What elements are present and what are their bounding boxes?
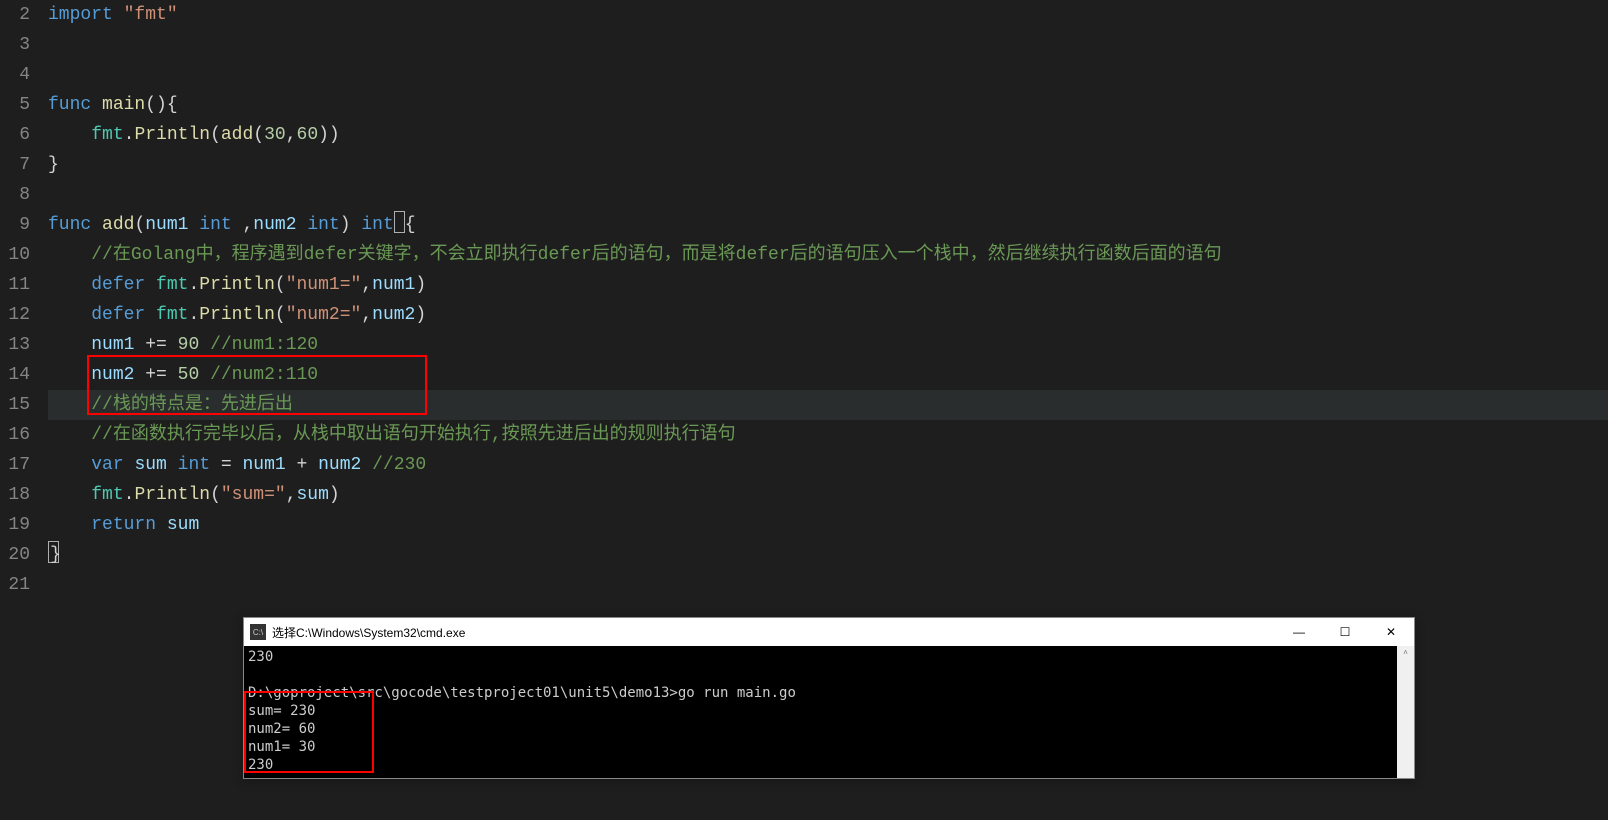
line-number: 12: [0, 300, 30, 330]
code-line[interactable]: fmt.Println("sum=",sum): [48, 480, 1608, 510]
code-line-active[interactable]: //栈的特点是：先进后出: [48, 390, 1608, 420]
line-number: 21: [0, 570, 30, 600]
code-line[interactable]: num2 += 50 //num2:110: [48, 360, 1608, 390]
terminal-line: 230: [248, 649, 273, 665]
minimize-button[interactable]: —: [1276, 618, 1322, 646]
terminal-line: D:\goproject\src\gocode\testproject01\un…: [248, 685, 796, 701]
close-button[interactable]: ✕: [1368, 618, 1414, 646]
terminal-window[interactable]: C:\ 选择C:\Windows\System32\cmd.exe — ☐ ✕ …: [243, 617, 1415, 779]
code-line[interactable]: //在Golang中，程序遇到defer关键字，不会立即执行defer后的语句，…: [48, 240, 1608, 270]
code-line[interactable]: //在函数执行完毕以后，从栈中取出语句开始执行,按照先进后出的规则执行语句: [48, 420, 1608, 450]
maximize-button[interactable]: ☐: [1322, 618, 1368, 646]
line-number: 14: [0, 360, 30, 390]
line-number: 13: [0, 330, 30, 360]
line-number: 2: [0, 0, 30, 30]
code-line[interactable]: defer fmt.Println("num2=",num2): [48, 300, 1608, 330]
code-line[interactable]: fmt.Println(add(30,60)): [48, 120, 1608, 150]
scroll-up-icon[interactable]: ^: [1397, 646, 1414, 663]
code-line[interactable]: func add(num1 int ,num2 int) int{: [48, 210, 1608, 240]
code-line[interactable]: }: [48, 150, 1608, 180]
code-line[interactable]: [48, 570, 1608, 600]
line-number: 9: [0, 210, 30, 240]
cursor-marker: [394, 211, 405, 233]
line-number: 3: [0, 30, 30, 60]
code-line[interactable]: [48, 180, 1608, 210]
terminal-title: 选择C:\Windows\System32\cmd.exe: [272, 624, 1276, 641]
line-number: 15: [0, 390, 30, 420]
code-line[interactable]: }: [48, 540, 1608, 570]
terminal-line: num2= 60: [248, 721, 315, 737]
code-line[interactable]: [48, 60, 1608, 90]
line-number: 7: [0, 150, 30, 180]
line-number: 11: [0, 270, 30, 300]
line-number: 8: [0, 180, 30, 210]
line-number: 20: [0, 540, 30, 570]
code-line[interactable]: [48, 30, 1608, 60]
code-editor[interactable]: 2 3 4 5 6 7 8 9 10 11 12 13 14 15 16 17 …: [0, 0, 1608, 600]
line-number: 16: [0, 420, 30, 450]
line-number: 6: [0, 120, 30, 150]
terminal-line: sum= 230: [248, 703, 315, 719]
code-line[interactable]: var sum int = num1 + num2 //230: [48, 450, 1608, 480]
line-number: 10: [0, 240, 30, 270]
terminal-line: 230: [248, 757, 273, 773]
code-line[interactable]: num1 += 90 //num1:120: [48, 330, 1608, 360]
line-number: 17: [0, 450, 30, 480]
terminal-titlebar[interactable]: C:\ 选择C:\Windows\System32\cmd.exe — ☐ ✕: [244, 618, 1414, 646]
line-number: 19: [0, 510, 30, 540]
line-number: 18: [0, 480, 30, 510]
line-number: 5: [0, 90, 30, 120]
line-number: 4: [0, 60, 30, 90]
terminal-line: num1= 30: [248, 739, 315, 755]
line-gutter: 2 3 4 5 6 7 8 9 10 11 12 13 14 15 16 17 …: [0, 0, 48, 600]
code-line[interactable]: defer fmt.Println("num1=",num1): [48, 270, 1608, 300]
code-line[interactable]: return sum: [48, 510, 1608, 540]
code-line[interactable]: func main(){: [48, 90, 1608, 120]
terminal-output[interactable]: 230 D:\goproject\src\gocode\testproject0…: [244, 646, 1414, 778]
terminal-scrollbar[interactable]: ^: [1397, 646, 1414, 778]
code-line[interactable]: import "fmt": [48, 0, 1608, 30]
bracket-match: }: [48, 541, 59, 563]
window-controls: — ☐ ✕: [1276, 618, 1414, 646]
code-area[interactable]: import "fmt" func main(){ fmt.Println(ad…: [48, 0, 1608, 600]
cmd-icon: C:\: [250, 624, 266, 640]
